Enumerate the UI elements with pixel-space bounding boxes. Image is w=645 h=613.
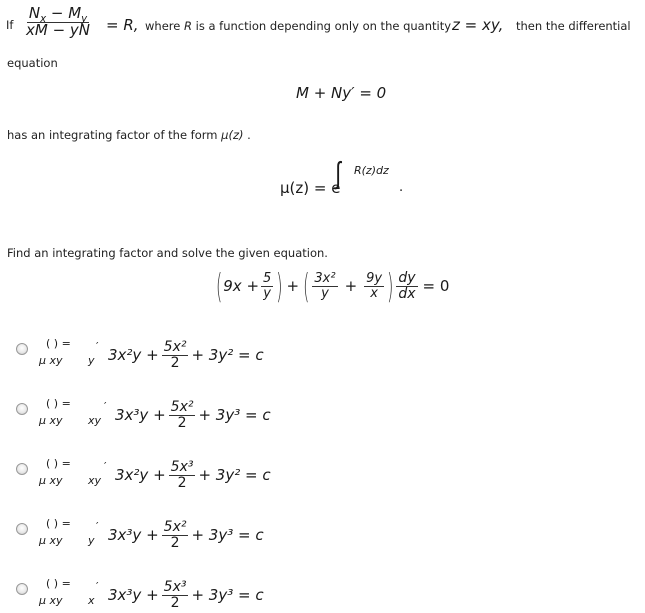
intro-line2: equation: [7, 56, 58, 70]
option-4-mu-label: μ xy: [39, 534, 63, 547]
option-3-solution: 3x²y + 5x³ 2 + 3y² = c: [115, 459, 271, 491]
condition-fraction: Nx − My xM − yN: [24, 5, 92, 39]
option-3-tick: ′: [104, 460, 107, 473]
if-label: If: [6, 18, 14, 32]
option-1-solution: 3x²y + 5x² 2 + 3y² = c: [108, 339, 264, 371]
fraction-denominator: xM − yN: [26, 20, 91, 39]
option-4-mu-top: ( ) =: [46, 517, 71, 530]
option-2-mu-top: ( ) =: [46, 397, 71, 410]
integrating-factor-text: has an integrating factor of the form μ(…: [7, 128, 251, 142]
mu-formula: μ(z) = e: [280, 179, 341, 197]
option-3-radio[interactable]: [16, 463, 28, 475]
option-5-radio[interactable]: [16, 583, 28, 595]
option-2-mu-label: μ xy: [39, 414, 63, 427]
z-equals-xy: z = xy,: [452, 16, 504, 34]
given-equation: ( 9x + 5y ) + ( 3x² y + 9y x ) dy dx = 0: [216, 266, 450, 307]
option-2-tick: ′: [104, 400, 107, 413]
option-1-mu-label: μ xy: [39, 354, 63, 367]
mu-period: .: [399, 180, 404, 195]
option-1-factor: y: [88, 354, 95, 367]
option-5-mu-label: μ xy: [39, 594, 63, 607]
option-5-solution: 3x³y + 5x³ 2 + 3y³ = c: [108, 579, 264, 611]
option-4-radio[interactable]: [16, 523, 28, 535]
option-2-solution: 3x³y + 5x² 2 + 3y³ = c: [115, 399, 271, 431]
option-2-factor: xy: [88, 414, 102, 427]
option-2-radio[interactable]: [16, 403, 28, 415]
intro-text: where R is a function depending only on …: [145, 19, 452, 33]
option-1-tick: ′: [96, 340, 99, 353]
option-4-solution: 3x³y + 5x² 2 + 3y³ = c: [108, 519, 264, 551]
prompt-text: Find an integrating factor and solve the…: [7, 246, 328, 260]
option-3-factor: xy: [88, 474, 102, 487]
option-3-mu-top: ( ) =: [46, 457, 71, 470]
option-5-factor: x: [88, 594, 95, 607]
option-4-factor: y: [88, 534, 95, 547]
intro-text-end: then the differential: [516, 19, 631, 33]
option-1-mu-top: ( ) =: [46, 337, 71, 350]
option-1-radio[interactable]: [16, 343, 28, 355]
equals-r: = R,: [106, 16, 139, 34]
option-5-mu-top: ( ) =: [46, 577, 71, 590]
mu-exponent: R(z)dz: [354, 164, 389, 177]
option-3-mu-label: μ xy: [39, 474, 63, 487]
differential-equation: M + Ny′ = 0: [296, 84, 387, 102]
integral-sign: ∫: [335, 156, 341, 191]
option-5-tick: ′: [96, 580, 99, 593]
option-4-tick: ′: [96, 520, 99, 533]
